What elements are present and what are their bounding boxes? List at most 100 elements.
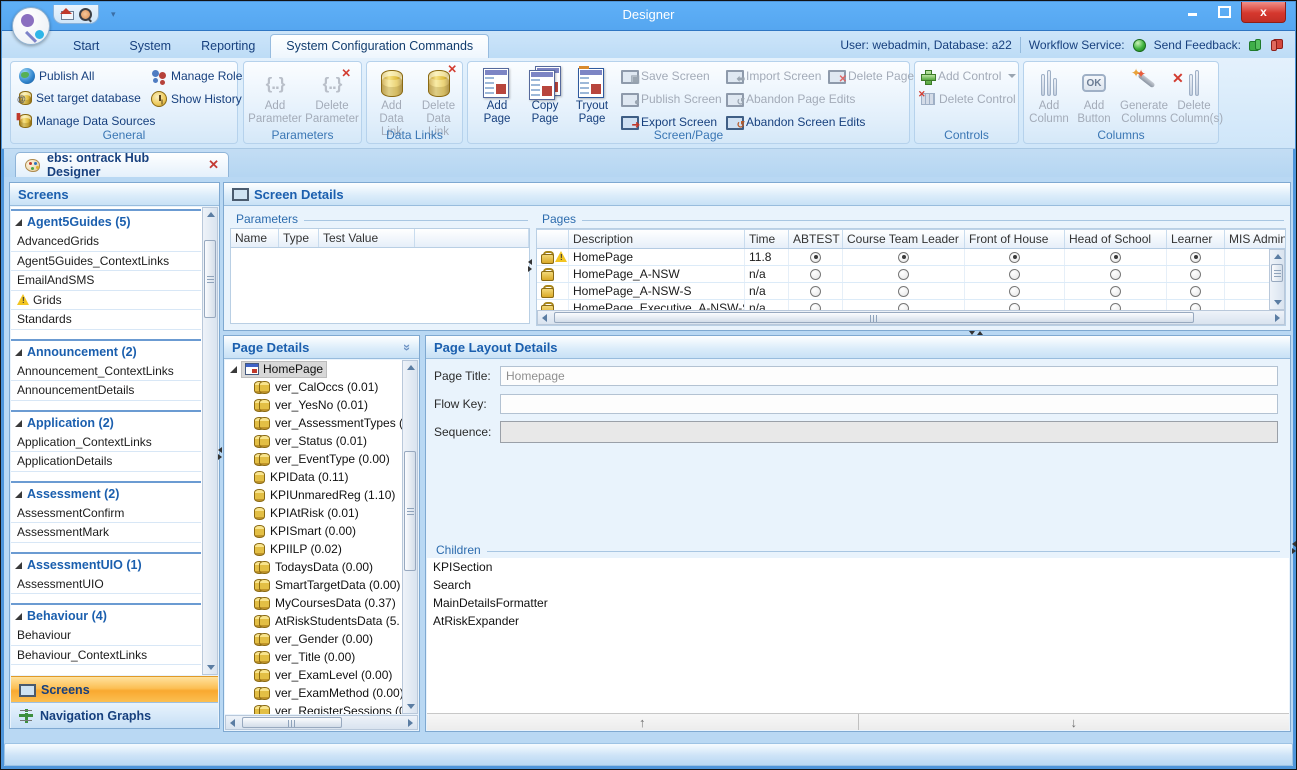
page-title-input[interactable] bbox=[500, 366, 1278, 386]
tree-node[interactable]: ver_Status (0.01) bbox=[225, 432, 402, 450]
home-icon[interactable] bbox=[60, 9, 73, 20]
scroll-left-icon[interactable] bbox=[230, 719, 235, 727]
maximize-button[interactable] bbox=[1209, 2, 1239, 21]
column-header-head-of-school[interactable]: Head of School bbox=[1065, 230, 1167, 248]
tree-root-homepage[interactable]: HomePage bbox=[225, 360, 402, 378]
sidebar-scrollbar[interactable] bbox=[202, 207, 218, 675]
screen-item[interactable]: AnnouncementDetails bbox=[11, 381, 201, 401]
screens-footer-button[interactable]: Screens bbox=[11, 676, 218, 702]
generate-columns-button[interactable]: Generate Columns bbox=[1116, 66, 1172, 126]
move-down-button[interactable]: ↓ bbox=[859, 714, 1290, 730]
sidebar-splitter-handle[interactable] bbox=[218, 447, 222, 460]
tree-node[interactable]: ver_Title (0.00) bbox=[225, 648, 402, 666]
save-screen-button[interactable]: ▣ Save Screen bbox=[621, 69, 710, 83]
scrollbar-thumb[interactable] bbox=[554, 312, 1194, 323]
add-control-button[interactable]: Add Control bbox=[921, 69, 1016, 83]
delete-parameter-button[interactable]: {..}✕ Delete Parameter bbox=[305, 66, 359, 126]
role-radio[interactable] bbox=[1009, 286, 1020, 297]
publish-all-button[interactable]: Publish All bbox=[19, 68, 94, 84]
pages-vertical-scrollbar[interactable] bbox=[1269, 249, 1285, 310]
add-button-button[interactable]: OK Add Button bbox=[1072, 66, 1116, 126]
expander-icon[interactable] bbox=[15, 613, 22, 620]
horizontal-splitter-handle[interactable] bbox=[969, 331, 983, 335]
tree-node[interactable]: KPIData (0.11) bbox=[225, 468, 402, 486]
tree-node[interactable]: ver_EventType (0.00) bbox=[225, 450, 402, 468]
screen-group-header[interactable]: Behaviour (4) bbox=[11, 603, 201, 626]
scroll-right-icon[interactable] bbox=[408, 719, 413, 727]
publish-screen-button[interactable]: ● Publish Screen bbox=[621, 92, 722, 106]
screen-group-header[interactable]: Announcement (2) bbox=[11, 339, 201, 362]
role-radio[interactable] bbox=[810, 269, 821, 280]
column-header-name[interactable]: Name bbox=[231, 229, 279, 247]
tab-start[interactable]: Start bbox=[58, 35, 114, 58]
document-tab-close-icon[interactable]: ✕ bbox=[208, 157, 219, 173]
scrollbar-thumb[interactable] bbox=[404, 451, 416, 571]
screen-item[interactable]: AssessmentConfirm bbox=[11, 504, 201, 524]
scroll-up-icon[interactable] bbox=[1274, 254, 1282, 259]
right-edge-splitter-handle[interactable] bbox=[1292, 541, 1296, 554]
copy-page-button[interactable]: Copy Page bbox=[522, 66, 568, 126]
role-radio[interactable] bbox=[1009, 269, 1020, 280]
tree-node[interactable]: TodaysData (0.00) bbox=[225, 558, 402, 576]
child-item[interactable]: KPISection bbox=[427, 558, 1289, 576]
manage-data-sources-button[interactable]: ▮ Manage Data Sources bbox=[19, 114, 155, 128]
tab-reporting[interactable]: Reporting bbox=[186, 35, 270, 58]
move-up-button[interactable]: ↑ bbox=[427, 714, 859, 730]
tree-node[interactable]: ver_ExamMethod (0.00) bbox=[225, 684, 402, 702]
show-history-button[interactable]: Show History bbox=[151, 91, 242, 107]
expander-icon[interactable] bbox=[15, 349, 22, 356]
screen-item[interactable]: AssessmentMark bbox=[11, 523, 201, 543]
screen-group-header[interactable]: AssessmentUIO (1) bbox=[11, 552, 201, 575]
page-details-horizontal-scrollbar[interactable] bbox=[225, 715, 418, 730]
column-header-type[interactable]: Type bbox=[279, 229, 319, 247]
scroll-left-icon[interactable] bbox=[542, 314, 547, 322]
tab-system-configuration-commands[interactable]: System Configuration Commands bbox=[270, 34, 489, 58]
sequence-input[interactable] bbox=[500, 421, 1278, 443]
tree-node[interactable]: SmartTargetData (0.00) bbox=[225, 576, 402, 594]
screen-item[interactable]: AssessmentUIO bbox=[11, 575, 201, 595]
tab-system[interactable]: System bbox=[114, 35, 186, 58]
column-header-course-team-leader[interactable]: Course Team Leader bbox=[843, 230, 965, 248]
role-radio[interactable] bbox=[1110, 269, 1121, 280]
add-page-button[interactable]: Add Page bbox=[474, 66, 520, 126]
thumbs-down-icon[interactable] bbox=[1270, 39, 1283, 51]
expander-icon[interactable] bbox=[230, 366, 237, 373]
role-radio[interactable] bbox=[1110, 252, 1121, 263]
close-button[interactable]: x bbox=[1241, 2, 1286, 23]
tree-node[interactable]: AtRiskStudentsData (5. bbox=[225, 612, 402, 630]
column-header-description[interactable]: Description bbox=[569, 230, 745, 248]
import-screen-button[interactable]: ⬅ Import Screen bbox=[726, 69, 821, 83]
column-header-front-of-house[interactable]: Front of House bbox=[965, 230, 1065, 248]
page-description-cell[interactable]: HomePage bbox=[569, 249, 745, 265]
screen-item[interactable]: ApplicationDetails bbox=[11, 452, 201, 472]
abandon-screen-edits-button[interactable]: ↺ Abandon Screen Edits bbox=[726, 115, 865, 129]
page-description-cell[interactable]: HomePage_A-NSW-S bbox=[569, 283, 745, 299]
role-radio[interactable] bbox=[1190, 252, 1201, 263]
document-tab[interactable]: ebs: ontrack Hub Designer ✕ bbox=[15, 152, 229, 177]
scroll-down-icon[interactable] bbox=[207, 665, 215, 670]
expander-icon[interactable] bbox=[15, 420, 22, 427]
screen-group-header[interactable]: Assessment (2) bbox=[11, 481, 201, 504]
role-radio[interactable] bbox=[898, 252, 909, 263]
tree-node[interactable]: ver_YesNo (0.01) bbox=[225, 396, 402, 414]
tree-node[interactable]: KPIAtRisk (0.01) bbox=[225, 504, 402, 522]
minimize-button[interactable] bbox=[1177, 2, 1207, 21]
expander-icon[interactable] bbox=[15, 562, 22, 569]
tree-node[interactable]: KPIUnmaredReg (1.10) bbox=[225, 486, 402, 504]
add-parameter-button[interactable]: {..} Add Parameter bbox=[248, 66, 302, 126]
screen-item[interactable]: AdvancedGrids bbox=[11, 232, 201, 252]
delete-page-button[interactable]: ✕ Delete Page bbox=[828, 69, 914, 83]
screen-item[interactable]: Announcement_ContextLinks bbox=[11, 362, 201, 382]
qat-dropdown-icon[interactable]: ▾ bbox=[111, 10, 116, 18]
scrollbar-thumb[interactable] bbox=[1271, 264, 1283, 282]
app-menu-button[interactable] bbox=[12, 7, 50, 45]
screen-item[interactable]: EmailAndSMS bbox=[11, 271, 201, 291]
scroll-up-icon[interactable] bbox=[407, 365, 415, 370]
screen-item[interactable]: Behaviour_ContextLinks bbox=[11, 646, 201, 666]
tree-node[interactable]: ver_RegisterSessions (0 bbox=[225, 702, 402, 714]
find-user-icon[interactable] bbox=[79, 8, 92, 21]
tryout-page-button[interactable]: Tryout Page bbox=[568, 66, 616, 126]
manage-roles-button[interactable]: Manage Roles bbox=[151, 68, 248, 84]
role-radio[interactable] bbox=[1190, 269, 1201, 280]
role-radio[interactable] bbox=[810, 286, 821, 297]
